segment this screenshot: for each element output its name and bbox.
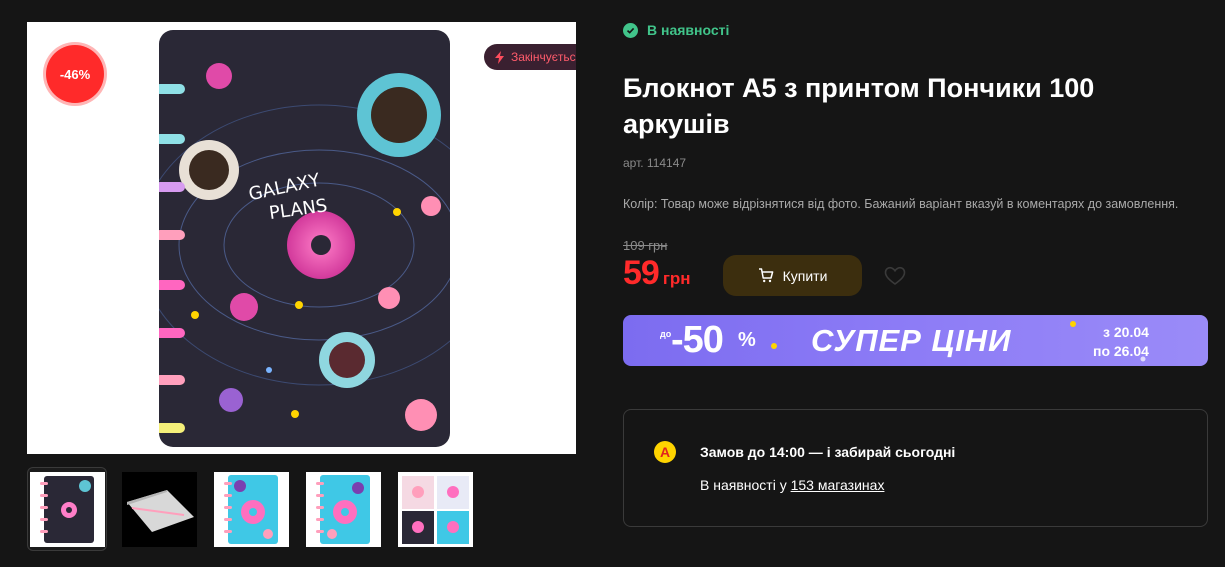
discount-badge: -46% bbox=[46, 45, 104, 103]
cart-icon bbox=[758, 268, 773, 283]
stores-link[interactable]: 153 магазинах bbox=[791, 477, 885, 493]
ending-soon-badge: Закінчується bbox=[484, 44, 576, 70]
promo-banner[interactable]: до -50 % СУПЕР ЦІНИ з 20.04 по 26.04 bbox=[623, 315, 1208, 366]
product-sku: арт. 114147 bbox=[623, 156, 687, 170]
color-note: Колір: Товар може відрізнятися від фото.… bbox=[623, 197, 1179, 211]
store-logo-icon: А bbox=[654, 441, 676, 463]
check-circle-icon bbox=[623, 22, 638, 38]
buy-button[interactable]: Купити bbox=[723, 255, 862, 296]
buy-button-label: Купити bbox=[782, 267, 828, 284]
promo-date-to: по 26.04 bbox=[1093, 343, 1149, 359]
availability-label: В наявності bbox=[647, 22, 730, 38]
thumbnail-image bbox=[305, 471, 381, 547]
promo-title: СУПЕР ЦІНИ bbox=[811, 323, 1012, 358]
thumbnail-1[interactable] bbox=[27, 467, 107, 551]
thumbnail-image bbox=[29, 471, 105, 547]
thumbnail-4[interactable] bbox=[303, 467, 383, 551]
pickup-headline: Замов до 14:00 — і забирай сьогодні bbox=[700, 444, 956, 460]
thumbnail-3[interactable] bbox=[211, 467, 291, 551]
heart-icon[interactable] bbox=[884, 266, 906, 286]
thumbnail-strip bbox=[27, 467, 475, 551]
old-price: 109 грн bbox=[623, 238, 668, 253]
pickup-stock-prefix: В наявності у bbox=[700, 477, 791, 493]
main-product-image[interactable]: GALAXY PLANS -46% Закінчується bbox=[27, 22, 576, 454]
availability-status: В наявності bbox=[623, 22, 729, 38]
promo-percent-sign: % bbox=[738, 329, 756, 351]
thumbnail-image bbox=[121, 471, 197, 547]
thumbnail-2[interactable] bbox=[119, 467, 199, 551]
current-price: 59 грн bbox=[623, 254, 691, 293]
thumbnail-image bbox=[213, 471, 289, 547]
promo-percent: -50 bbox=[671, 319, 724, 361]
price-currency: грн bbox=[662, 269, 691, 288]
product-title: Блокнот А5 з принтом Пончики 100 аркушів bbox=[623, 73, 1095, 139]
lightning-icon bbox=[495, 50, 504, 64]
thumbnail-5[interactable] bbox=[395, 467, 475, 551]
promo-prefix: до bbox=[660, 329, 672, 339]
thumbnail-image bbox=[397, 471, 473, 547]
notebook-cover-image: GALAXY PLANS bbox=[159, 30, 450, 447]
promo-dates: з 20.04 по 26.04 bbox=[1093, 323, 1149, 361]
promo-date-from: з 20.04 bbox=[1103, 324, 1149, 340]
price-value: 59 bbox=[623, 254, 660, 292]
pickup-stock-line: В наявності у 153 магазинах bbox=[700, 477, 884, 493]
pickup-info-box: А Замов до 14:00 — і забирай сьогодні В … bbox=[623, 409, 1208, 527]
ending-soon-label: Закінчується bbox=[511, 50, 576, 64]
